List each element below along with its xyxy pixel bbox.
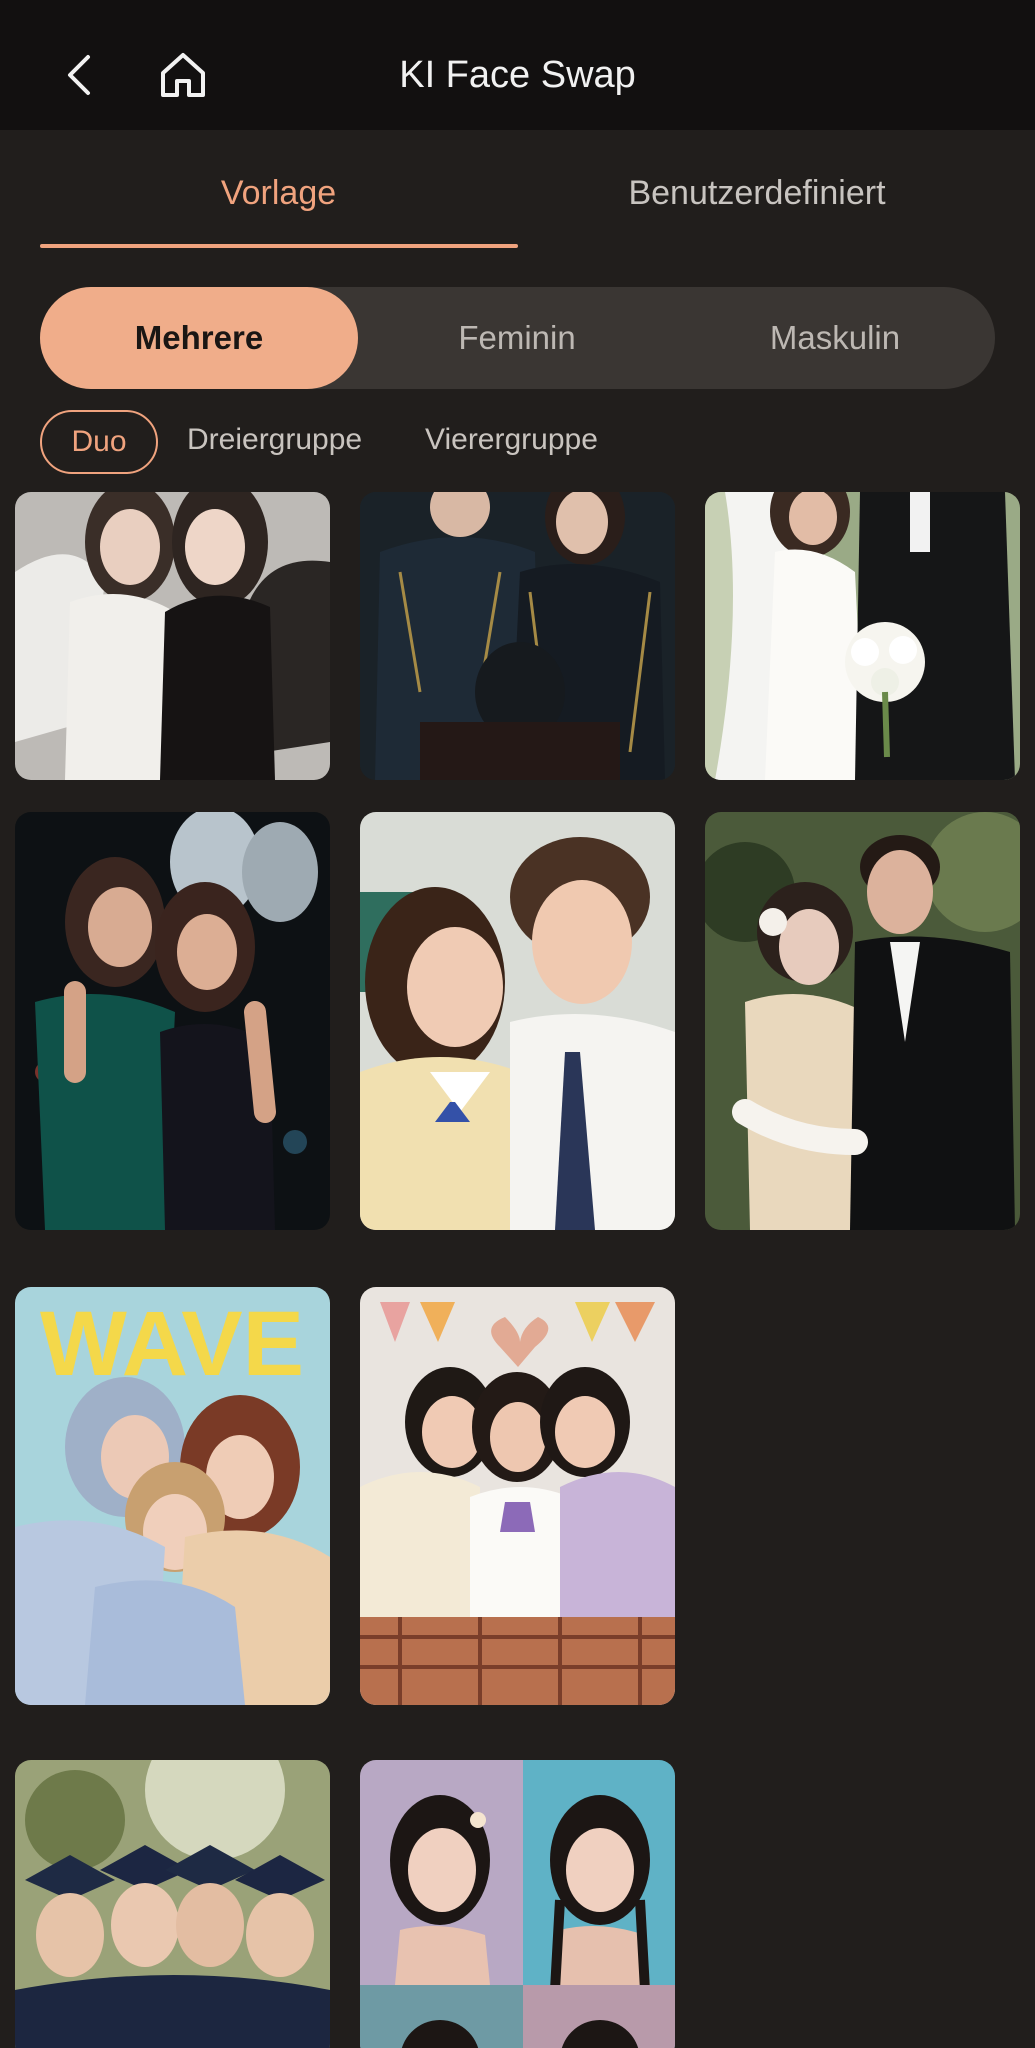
template-thumbnail	[15, 492, 330, 780]
gender-segmented-control: Mehrere Feminin Maskulin	[40, 287, 995, 389]
page-title: KI Face Swap	[399, 54, 636, 96]
template-card[interactable]	[15, 1760, 330, 2048]
template-thumbnail	[15, 812, 330, 1230]
template-card[interactable]	[360, 1287, 675, 1705]
segment-feminin[interactable]: Feminin	[358, 287, 676, 389]
chip-vierergruppe[interactable]: Vierergruppe	[425, 410, 598, 470]
template-thumbnail	[360, 1287, 675, 1705]
main-tabs: Vorlage Benutzerdefiniert	[0, 130, 1035, 252]
template-thumbnail	[360, 492, 675, 780]
tab-vorlage[interactable]: Vorlage	[0, 168, 557, 218]
group-size-chips: Duo Dreiergruppe Vierergruppe	[0, 410, 1035, 474]
template-card[interactable]	[15, 812, 330, 1230]
template-card[interactable]	[360, 492, 675, 780]
template-card[interactable]	[15, 492, 330, 780]
template-card[interactable]	[360, 812, 675, 1230]
template-thumbnail	[15, 1760, 330, 2048]
template-card[interactable]	[360, 1760, 675, 2048]
template-thumbnail	[360, 812, 675, 1230]
template-card[interactable]	[705, 492, 1020, 780]
chip-dreiergruppe[interactable]: Dreiergruppe	[187, 410, 362, 470]
segment-maskulin[interactable]: Maskulin	[676, 287, 994, 389]
template-card[interactable]	[705, 812, 1020, 1230]
segment-mehrere[interactable]: Mehrere	[40, 287, 358, 389]
template-thumbnail	[705, 812, 1020, 1230]
template-cover-text: WAVE	[40, 1293, 304, 1395]
template-card[interactable]: WAVE	[15, 1287, 330, 1705]
top-app-bar: KI Face Swap	[0, 0, 1035, 130]
template-thumbnail	[360, 1760, 675, 2048]
active-tab-indicator	[40, 244, 518, 248]
chip-duo[interactable]: Duo	[40, 410, 158, 474]
template-thumbnail	[705, 492, 1020, 780]
template-grid: WAVE	[0, 492, 1035, 2048]
tab-benutzerdefiniert[interactable]: Benutzerdefiniert	[557, 168, 957, 218]
template-thumbnail: WAVE	[15, 1287, 330, 1705]
